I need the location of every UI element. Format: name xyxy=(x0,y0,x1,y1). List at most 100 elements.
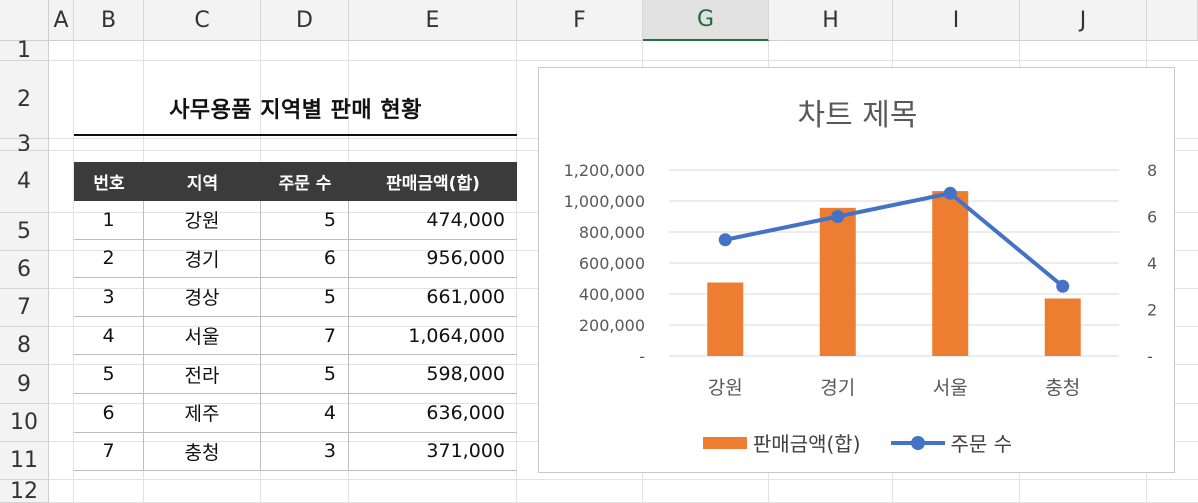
column-header-j[interactable]: J xyxy=(1020,0,1147,41)
cell-number[interactable]: 4 xyxy=(74,316,144,355)
select-all-corner[interactable] xyxy=(0,0,49,41)
row-header-6[interactable]: 6 xyxy=(0,251,49,289)
bar-강원 xyxy=(707,282,744,356)
row-header-10[interactable]: 10 xyxy=(0,404,49,442)
row-header-4[interactable]: 4 xyxy=(0,151,49,213)
column-header-e[interactable]: E xyxy=(349,0,517,41)
cell-region[interactable]: 경기 xyxy=(144,239,261,278)
table-row: 1 강원 5 474,000 xyxy=(74,201,517,240)
row-header-9[interactable]: 9 xyxy=(0,365,49,404)
cell-region[interactable]: 충청 xyxy=(144,432,261,471)
column-header-c[interactable]: C xyxy=(144,0,261,41)
chart-legend[interactable]: 판매금액(합) 주문 수 xyxy=(539,428,1176,457)
column-header-f[interactable]: F xyxy=(517,0,643,41)
orders-point-강원 xyxy=(718,233,732,247)
y-right-tick-label: - xyxy=(1147,347,1153,366)
y-right-tick-label: 4 xyxy=(1147,254,1157,273)
cell-region[interactable]: 강원 xyxy=(144,201,261,239)
row-header-12[interactable]: 12 xyxy=(0,479,49,503)
cell-order-count[interactable]: 5 xyxy=(261,278,349,316)
combo-chart[interactable]: 차트 제목 -200,000 400,000 600,000 800,000 1,000… xyxy=(538,67,1175,473)
row-header-3[interactable]: 3 xyxy=(0,132,49,157)
y-left-tick-label: 1,200,000 xyxy=(564,161,645,180)
row-header-2[interactable]: 2 xyxy=(0,61,49,139)
table-row: 7 충청 3 371,000 xyxy=(74,432,517,472)
cell-order-count[interactable]: 3 xyxy=(261,432,349,471)
cell-number[interactable]: 3 xyxy=(74,278,144,316)
column-header-i[interactable]: I xyxy=(893,0,1020,41)
cell-order-count[interactable]: 5 xyxy=(261,201,349,239)
cell-order-count[interactable]: 4 xyxy=(261,393,349,432)
orders-line xyxy=(724,191,1065,288)
table-row: 6 제주 4 636,000 xyxy=(74,393,517,433)
cell-number[interactable]: 6 xyxy=(74,393,144,432)
cell-sales-amount[interactable]: 956,000 xyxy=(349,240,517,278)
header-number[interactable]: 번호 xyxy=(74,162,144,201)
orders-point-충청 xyxy=(1056,279,1070,293)
legend-item-orders[interactable]: 주문 수 xyxy=(890,428,1013,457)
grid-row-line xyxy=(49,60,1198,61)
cell-sales-amount[interactable]: 474,000 xyxy=(349,201,517,239)
x-tick-label: 경기 xyxy=(820,377,855,399)
column-header-filler xyxy=(1147,0,1198,41)
bar-경기 xyxy=(819,207,856,356)
cell-sales-amount[interactable]: 636,000 xyxy=(349,394,517,432)
y-right-tick-label: 2 xyxy=(1147,301,1157,320)
row-header-11[interactable]: 11 xyxy=(0,442,49,480)
cell-number[interactable]: 2 xyxy=(74,239,144,278)
cell-region[interactable]: 경상 xyxy=(144,278,261,316)
header-region[interactable]: 지역 xyxy=(144,162,261,201)
table-row: 3 경상 5 661,000 xyxy=(74,278,517,317)
column-header-h[interactable]: H xyxy=(769,0,893,41)
sales-table: 번호 지역 주문 수 판매금액(합) 1 강원 5 474,000 2 경기 6 956,00… xyxy=(74,162,517,472)
table-row: 2 경기 6 956,000 xyxy=(74,239,517,279)
header-order-count[interactable]: 주문 수 xyxy=(261,162,349,201)
cell-number[interactable]: 5 xyxy=(74,355,144,393)
table-row: 4 서울 7 1,064,000 xyxy=(74,316,517,356)
cell-order-count[interactable]: 7 xyxy=(261,316,349,355)
cell-order-count[interactable]: 6 xyxy=(261,239,349,278)
legend-label-sales: 판매금액(합) xyxy=(752,432,861,456)
y-left-tick-label: - xyxy=(639,347,645,366)
column-header-g[interactable]: G xyxy=(643,0,769,41)
bar-서울 xyxy=(932,191,969,356)
orders-point-서울 xyxy=(943,186,957,200)
y-right-tick-label: 8 xyxy=(1147,161,1157,180)
x-tick-label: 강원 xyxy=(708,377,743,399)
table-header-row: 번호 지역 주문 수 판매금액(합) xyxy=(74,162,517,201)
x-tick-label: 서울 xyxy=(933,377,968,399)
sheet-title: 사무용품 지역별 판매 현황 xyxy=(169,98,422,123)
chart-plot: - 200,000 400,000 600,000 800,000 1,000,000 1,… xyxy=(564,161,1158,399)
legend-item-sales[interactable]: 판매금액(합) xyxy=(702,428,861,457)
y-left-tick-label: 800,000 xyxy=(579,223,645,242)
column-header-a[interactable]: A xyxy=(49,0,74,41)
cell-number[interactable]: 1 xyxy=(74,201,144,239)
cell-region[interactable]: 서울 xyxy=(144,316,261,355)
row-header-7[interactable]: 7 xyxy=(0,289,49,327)
y-left-tick-label: 1,000,000 xyxy=(564,192,645,211)
column-header-d[interactable]: D xyxy=(261,0,349,41)
header-sales-amount[interactable]: 판매금액(합) xyxy=(349,162,517,201)
cell-region[interactable]: 전라 xyxy=(144,355,261,393)
y-left-tick-label: 400,000 xyxy=(579,285,645,304)
cell-order-count[interactable]: 5 xyxy=(261,355,349,393)
cell-sales-amount[interactable]: 661,000 xyxy=(349,278,517,316)
x-tick-label: 충청 xyxy=(1045,377,1080,399)
cell-number[interactable]: 7 xyxy=(74,432,144,471)
cell-sales-amount[interactable]: 598,000 xyxy=(349,355,517,393)
orders-point-경기 xyxy=(831,210,845,223)
y-left-tick-label: 200,000 xyxy=(579,316,645,335)
table-row: 5 전라 5 598,000 xyxy=(74,355,517,394)
cell-sales-amount[interactable]: 371,000 xyxy=(349,433,517,471)
row-header-8[interactable]: 8 xyxy=(0,327,49,365)
cell-region[interactable]: 제주 xyxy=(144,393,261,432)
legend-label-orders: 주문 수 xyxy=(950,432,1013,456)
y-left-tick-label: 600,000 xyxy=(579,254,645,273)
row-header-1[interactable]: 1 xyxy=(0,38,49,63)
column-header-b[interactable]: B xyxy=(74,0,144,41)
cell-sales-amount[interactable]: 1,064,000 xyxy=(349,317,517,355)
grid-row-line xyxy=(49,479,1198,480)
title-underline xyxy=(74,134,517,136)
row-header-5[interactable]: 5 xyxy=(0,213,49,251)
legend-line-swatch xyxy=(890,435,945,450)
